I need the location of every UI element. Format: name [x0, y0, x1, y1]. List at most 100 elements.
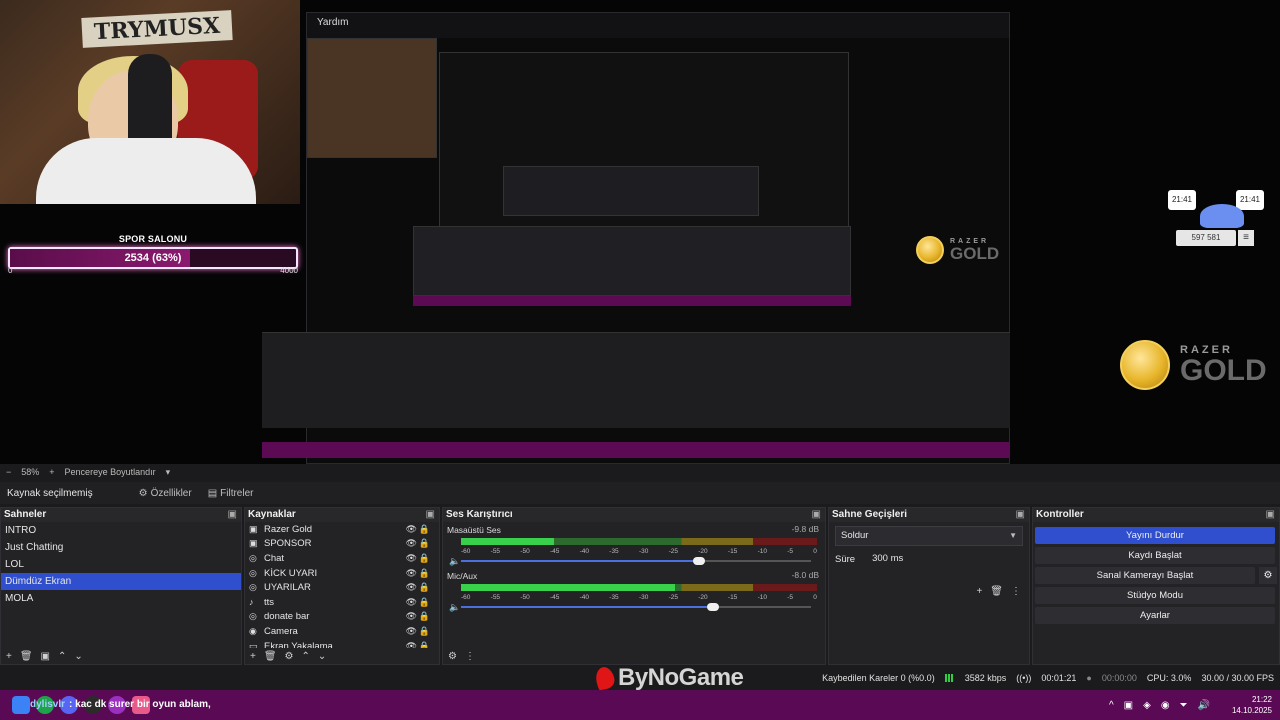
eye-icon[interactable]: 👁 — [406, 582, 417, 593]
kebab-menu-icon[interactable]: ⋮ — [1011, 586, 1021, 597]
lock-icon[interactable]: 🔒 — [419, 538, 430, 549]
fit-to-window-select[interactable]: Pencereye Boyutlandır — [65, 464, 156, 480]
scenes-title: Sahneler — [4, 509, 47, 520]
lock-icon[interactable]: 🔒 — [419, 641, 430, 648]
zoom-out-button[interactable]: − — [6, 464, 11, 480]
zoom-in-button[interactable]: + — [49, 464, 54, 480]
razer-product: GOLD — [950, 244, 1000, 263]
dock-menu-icon[interactable]: ▣ — [812, 508, 821, 522]
duration-row: Süre 300 ms — [835, 551, 1023, 567]
scenes-dock-header: Sahneler ▣ — [1, 508, 241, 522]
volume-handle[interactable] — [707, 603, 719, 611]
tray-network-icon[interactable]: ◈ — [1143, 700, 1151, 711]
source-item[interactable]: ▣ SPONSOR 👁 🔒 — [245, 537, 439, 552]
chevron-down-icon[interactable]: ▾ — [166, 464, 171, 480]
source-item[interactable]: ◉ Camera 👁 🔒 — [245, 624, 439, 639]
volume-slider[interactable]: 🔈 — [449, 556, 811, 566]
lock-icon[interactable]: 🔒 — [419, 582, 430, 593]
source-item[interactable]: ◎ UYARILAR 👁 🔒 — [245, 580, 439, 595]
mixer-settings-icon[interactable]: ⚙ — [448, 651, 457, 662]
settings-button[interactable]: Ayarlar — [1035, 607, 1275, 624]
speaker-icon[interactable]: 🔈 — [449, 602, 460, 613]
filters-button[interactable]: ▤ Filtreler — [208, 488, 254, 499]
kebab-menu-icon[interactable]: ⋮ — [465, 651, 475, 662]
move-down-icon[interactable]: ⌄ — [74, 651, 82, 662]
taskbar-clock[interactable]: 21:22 14.10.2025 — [1232, 694, 1272, 716]
add-source-icon[interactable]: + — [250, 651, 256, 662]
tray-app-icon[interactable]: ▣ — [1124, 700, 1133, 711]
audio-icon: ♪ — [249, 597, 254, 608]
studio-mode-button[interactable]: Stüdyo Modu — [1035, 587, 1275, 604]
add-transition-icon[interactable]: + — [976, 586, 982, 597]
delete-source-icon[interactable]: 🗑 — [264, 651, 277, 662]
lock-icon[interactable]: 🔒 — [419, 524, 430, 535]
scene-item[interactable]: Just Chatting — [1, 539, 241, 556]
dock-menu-icon[interactable]: ▣ — [1266, 508, 1275, 522]
source-item[interactable]: ◎ donate bar 👁 🔒 — [245, 610, 439, 625]
webcam-sign: TRYMUSX — [81, 10, 233, 48]
start-recording-button[interactable]: Kaydı Başlat — [1035, 547, 1275, 564]
start-virtual-camera-button[interactable]: Sanal Kamerayı Başlat ⚙ — [1035, 567, 1277, 584]
volume-slider[interactable]: 🔈 — [449, 602, 811, 612]
eye-icon[interactable]: 👁 — [406, 597, 417, 608]
scene-filter-icon[interactable]: ▣ — [41, 651, 50, 662]
transition-select[interactable]: Soldur ▼ — [835, 526, 1023, 546]
source-item-label: Chat — [264, 552, 285, 564]
browser-icon: ◎ — [249, 567, 257, 578]
source-item[interactable]: ◎ Chat 👁 🔒 — [245, 551, 439, 566]
source-settings-icon[interactable]: ⚙ — [285, 651, 294, 662]
transitions-dock-header: Sahne Geçişleri ▣ — [829, 508, 1029, 522]
stop-streaming-button[interactable]: Yayını Durdur — [1035, 527, 1275, 544]
tick-label: -55 — [490, 548, 501, 555]
stream-stats: Kaybedilen Kareler 0 (%0.0) 3582 kbps ((… — [822, 666, 1274, 690]
move-down-icon[interactable]: ⌄ — [318, 651, 326, 662]
move-up-icon[interactable]: ⌃ — [58, 651, 66, 662]
tick-label: -20 — [698, 548, 708, 555]
scene-item-label: INTRO — [5, 525, 37, 536]
source-item[interactable]: ▭ Ekran Yakalama 👁 🔒 — [245, 639, 439, 648]
lock-icon[interactable]: 🔒 — [419, 626, 430, 637]
nested-obs-taskbar — [262, 442, 1010, 458]
preview-canvas[interactable]: TRYMUSX SPOR SALONU 2534 (63%) 0 4000 Ya… — [0, 0, 1280, 464]
brand-text: ByNoGame — [618, 664, 744, 691]
source-item[interactable]: ▣ Razer Gold 👁 🔒 — [245, 522, 439, 537]
scene-item[interactable]: LOL — [1, 556, 241, 573]
tray-chevron-icon[interactable]: ^ — [1109, 700, 1114, 711]
eye-icon[interactable]: 👁 — [406, 641, 417, 648]
scene-item[interactable]: INTRO — [1, 522, 241, 539]
eye-icon[interactable]: 👁 — [406, 626, 417, 637]
dock-menu-icon[interactable]: ▣ — [1016, 508, 1025, 522]
tick-label: -35 — [609, 548, 619, 555]
gear-icon[interactable]: ⚙ — [1259, 567, 1277, 584]
lock-icon[interactable]: 🔒 — [419, 568, 430, 579]
add-scene-icon[interactable]: + — [6, 651, 12, 662]
scene-item[interactable]: Dümdüz Ekran — [1, 573, 241, 590]
volume-handle[interactable] — [693, 557, 705, 565]
move-up-icon[interactable]: ⌃ — [302, 651, 310, 662]
tray-mic-icon[interactable]: ⏷ — [1180, 700, 1188, 711]
duration-input[interactable]: 300 ms — [867, 551, 1023, 567]
windows-start-icon[interactable] — [12, 696, 30, 714]
delete-transition-icon[interactable]: 🗑 — [990, 586, 1003, 597]
lock-icon[interactable]: 🔒 — [419, 597, 430, 608]
properties-button[interactable]: ⚙ Özellikler — [139, 488, 192, 499]
delete-scene-icon[interactable]: 🗑 — [20, 651, 33, 662]
tray-steam-icon[interactable]: ◉ — [1161, 700, 1170, 711]
tray-volume-icon[interactable]: 🔊 — [1198, 700, 1210, 711]
speaker-icon[interactable]: 🔈 — [449, 556, 460, 567]
eye-icon[interactable]: 👁 — [406, 524, 417, 535]
eye-icon[interactable]: 👁 — [406, 553, 417, 564]
scene-item[interactable]: MOLA — [1, 590, 241, 607]
razer-coin-icon — [1120, 340, 1170, 390]
source-item[interactable]: ♪ tts 👁 🔒 — [245, 595, 439, 610]
goal-min: 0 — [8, 266, 13, 275]
eye-icon[interactable]: 👁 — [406, 568, 417, 579]
source-item[interactable]: ◎ KİCK UYARI 👁 🔒 — [245, 566, 439, 581]
dock-menu-icon[interactable]: ▣ — [228, 508, 237, 522]
dock-menu-icon[interactable]: ▣ — [426, 508, 435, 522]
eye-icon[interactable]: 👁 — [406, 538, 417, 549]
eye-icon[interactable]: 👁 — [406, 611, 417, 622]
lock-icon[interactable]: 🔒 — [419, 553, 430, 564]
track-name: Mic/Aux — [447, 571, 478, 581]
lock-icon[interactable]: 🔒 — [419, 611, 430, 622]
